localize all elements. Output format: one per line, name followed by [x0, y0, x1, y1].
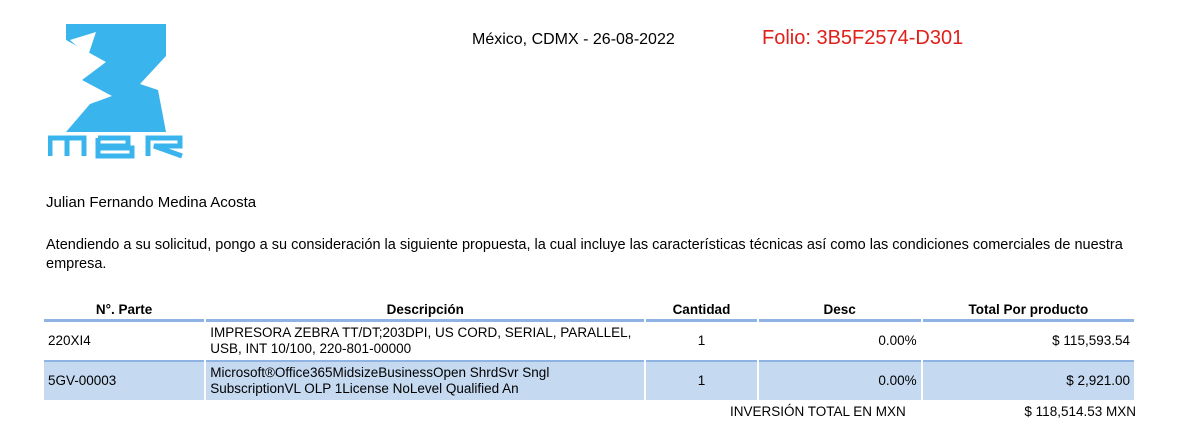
table-row: 220XI4 IMPRESORA ZEBRA TT/DT;203DPI, US … — [44, 322, 1134, 362]
header-quantity: Cantidad — [646, 295, 757, 322]
cell-quantity: 1 — [646, 362, 757, 400]
cell-discount: 0.00% — [758, 322, 921, 362]
company-logo — [47, 20, 188, 160]
header-total: Total Por producto — [922, 295, 1134, 322]
table-header-row: N°. Parte Descripción Cantidad Desc Tota… — [44, 295, 1134, 322]
table-row: 5GV-00003 Microsoft®Office365MidsizeBusi… — [44, 362, 1134, 400]
place-and-date: México, CDMX - 26-08-2022 — [472, 31, 675, 48]
grand-total-value: $ 118,514.53 MXN — [1024, 404, 1136, 419]
quote-table: N°. Parte Descripción Cantidad Desc Tota… — [42, 295, 1136, 400]
mbr-logo-graphic — [47, 24, 183, 159]
header-description: Descripción — [206, 295, 645, 322]
cell-description: Microsoft®Office365MidsizeBusinessOpen S… — [206, 362, 645, 400]
cell-part-number: 220XI4 — [44, 322, 205, 362]
cell-discount: 0.00% — [758, 362, 921, 400]
header-part-number: N°. Parte — [44, 295, 205, 322]
cell-description: IMPRESORA ZEBRA TT/DT;203DPI, US CORD, S… — [206, 322, 645, 362]
intro-paragraph: Atendiendo a su solicitud, pongo a su co… — [46, 237, 1123, 272]
cell-total: $ 115,593.54 — [922, 322, 1134, 362]
cell-quantity: 1 — [646, 322, 757, 362]
grand-total-label: INVERSIÓN TOTAL EN MXN — [730, 404, 906, 419]
folio-number: Folio: 3B5F2574-D301 — [762, 27, 964, 49]
header-discount: Desc — [758, 295, 921, 322]
recipient-name: Julian Fernando Medina Acosta — [46, 194, 257, 211]
cell-total: $ 2,921.00 — [922, 362, 1134, 400]
cell-part-number: 5GV-00003 — [44, 362, 205, 400]
